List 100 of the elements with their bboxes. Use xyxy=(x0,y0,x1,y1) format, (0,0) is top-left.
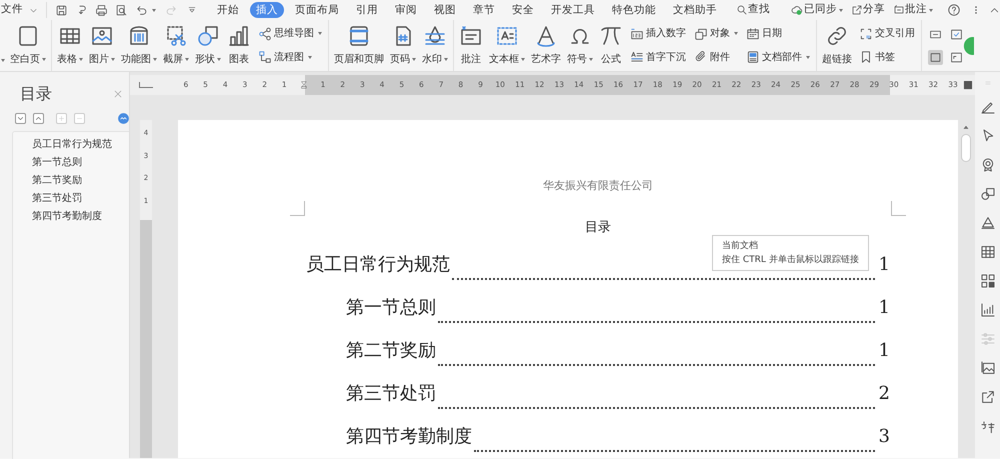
ribbon-button[interactable]: 页码 xyxy=(387,20,419,71)
sliders-icon[interactable] xyxy=(980,331,996,347)
grid-icon[interactable] xyxy=(980,273,996,289)
object-icon xyxy=(694,26,708,41)
ribbon-button[interactable]: 交叉引用 xyxy=(857,26,917,42)
bar-chart-icon[interactable] xyxy=(980,302,996,318)
ribbon-button[interactable]: 插入数字 xyxy=(628,26,688,42)
art-text-icon[interactable] xyxy=(980,215,996,231)
toc-entry[interactable]: 员工日常行为规范 xyxy=(306,251,450,278)
sync-status[interactable]: 已同步 xyxy=(804,2,837,18)
ribbon-button[interactable]: 批注 xyxy=(456,20,486,71)
ribbon-tab[interactable]: 页面布局 xyxy=(289,2,345,18)
outline-item[interactable]: 第一节总则 xyxy=(32,154,129,172)
share-button[interactable]: 分享 xyxy=(863,2,885,18)
drop-cap-icon xyxy=(630,50,644,64)
number-icon xyxy=(630,26,644,41)
link-icon xyxy=(825,24,849,48)
customize-icon[interactable] xyxy=(187,5,197,15)
find-button[interactable]: 查找 xyxy=(748,2,770,18)
outline-item[interactable]: 第二节奖励 xyxy=(32,172,129,190)
ribbon-tab[interactable]: 文档助手 xyxy=(667,2,723,18)
toc-entry[interactable]: 第二节奖励 xyxy=(346,337,436,364)
ribbon-tab[interactable]: 开发工具 xyxy=(545,2,601,18)
toc-entry[interactable]: 第三节处罚 xyxy=(346,380,436,407)
ribbon-tab[interactable]: 视图 xyxy=(428,2,462,18)
bookmark-icon xyxy=(859,50,873,64)
toc-entry[interactable]: 第四节考勤制度 xyxy=(346,423,472,450)
outline-item[interactable]: 员工日常行为规范 xyxy=(32,136,129,154)
ribbon-button[interactable]: 文本框 xyxy=(486,20,528,71)
caret-icon xyxy=(929,8,933,12)
chevron-down-icon xyxy=(16,114,25,123)
print-icon[interactable] xyxy=(95,4,108,16)
ribbon-button[interactable]: 书签 xyxy=(857,50,917,65)
ribbon-button[interactable]: 超链接 xyxy=(819,20,855,71)
ribbon-button[interactable]: 对象 xyxy=(692,26,740,42)
panel-title: 目录 xyxy=(20,83,52,105)
outline-item[interactable]: 第四节考勤制度 xyxy=(32,208,129,226)
page-header: 华友振兴有限责任公司 xyxy=(542,178,654,194)
image-icon[interactable] xyxy=(980,360,996,376)
ribbon-button[interactable]: 首字下沉 xyxy=(628,50,688,65)
cloud-check-icon[interactable] xyxy=(790,4,804,16)
chevron-up-icon xyxy=(34,114,43,123)
flowchart-icon xyxy=(258,50,272,64)
toc-entry[interactable]: 第一节总则 xyxy=(346,294,436,321)
ribbon-button[interactable]: 表格 xyxy=(54,20,86,71)
scroll-up-icon[interactable] xyxy=(962,124,968,130)
print-preview-icon[interactable] xyxy=(115,4,128,16)
share-icon[interactable] xyxy=(851,4,863,16)
ruler-toggle-icon[interactable] xyxy=(962,80,973,90)
header-footer-icon xyxy=(347,24,371,48)
square-icon xyxy=(929,50,942,64)
share-icon[interactable] xyxy=(980,389,996,405)
plus-icon xyxy=(57,114,66,123)
ribbon-tab[interactable]: 开始 xyxy=(211,2,245,18)
ribbon-button[interactable]: 公式 xyxy=(596,20,626,71)
table-icon[interactable] xyxy=(980,244,996,260)
page-number: 1 xyxy=(878,253,890,277)
cross-reference-icon xyxy=(859,26,873,41)
ribbon-button[interactable]: 截屏 xyxy=(160,20,192,71)
ribbon-button[interactable]: 图片 xyxy=(86,20,118,71)
ribbon-tab[interactable]: 章节 xyxy=(467,2,501,18)
ribbon-button[interactable]: 空白页 xyxy=(7,20,49,71)
ribbon-button[interactable]: 文档部件 xyxy=(744,50,812,65)
ribbon-tab[interactable]: 特色功能 xyxy=(606,2,662,18)
outline-tool-button[interactable] xyxy=(33,113,44,124)
comments-button[interactable]: 批注 xyxy=(905,2,927,18)
ribbon-button[interactable]: 附件 xyxy=(692,50,740,65)
page-number: 1 xyxy=(878,296,890,320)
ribbon-tab[interactable]: 安全 xyxy=(506,2,540,18)
shapes-icon[interactable] xyxy=(980,186,996,202)
search-icon[interactable] xyxy=(736,4,748,16)
ribbon-button[interactable]: 水印 xyxy=(419,20,451,71)
comment-icon[interactable] xyxy=(893,4,905,16)
ribbon-tab[interactable]: 引用 xyxy=(350,2,384,18)
view-button[interactable] xyxy=(928,50,943,64)
ribbon-button[interactable]: 日期 xyxy=(744,26,812,42)
outline-tool-button[interactable] xyxy=(15,113,26,124)
toc-title: 目录 xyxy=(584,218,612,236)
ribbon-button[interactable]: 符号 xyxy=(564,20,596,71)
calendar-icon xyxy=(746,26,760,41)
outline-item[interactable]: 第三节处罚 xyxy=(32,190,129,208)
scrollbar-thumb[interactable] xyxy=(960,134,970,162)
file-menu[interactable]: 文件 xyxy=(1,2,23,18)
ribbon-tab[interactable]: 审阅 xyxy=(389,2,423,18)
ribbon-button[interactable]: 思维导图 xyxy=(256,26,324,42)
toggle-icon[interactable] xyxy=(118,112,129,125)
document-parts-icon xyxy=(746,50,760,64)
caret-icon xyxy=(152,8,156,12)
ribbon-button[interactable]: 形状 xyxy=(192,20,224,71)
ribbon-button[interactable]: 图表 xyxy=(224,20,254,71)
ribbon-button[interactable]: 功能图 xyxy=(118,20,160,71)
tab-stop-icon[interactable] xyxy=(139,82,153,88)
ribbon-button[interactable]: 流程图 xyxy=(256,50,324,65)
mind-map-icon xyxy=(258,26,272,41)
ribbon-button[interactable]: 页眉和页脚 xyxy=(331,20,387,71)
undo-icon[interactable] xyxy=(135,4,148,16)
frame-icon xyxy=(950,50,963,64)
save-icon[interactable] xyxy=(55,4,68,16)
help-icon[interactable] xyxy=(947,3,961,17)
ribbon-button[interactable]: 艺术字 xyxy=(528,20,564,71)
